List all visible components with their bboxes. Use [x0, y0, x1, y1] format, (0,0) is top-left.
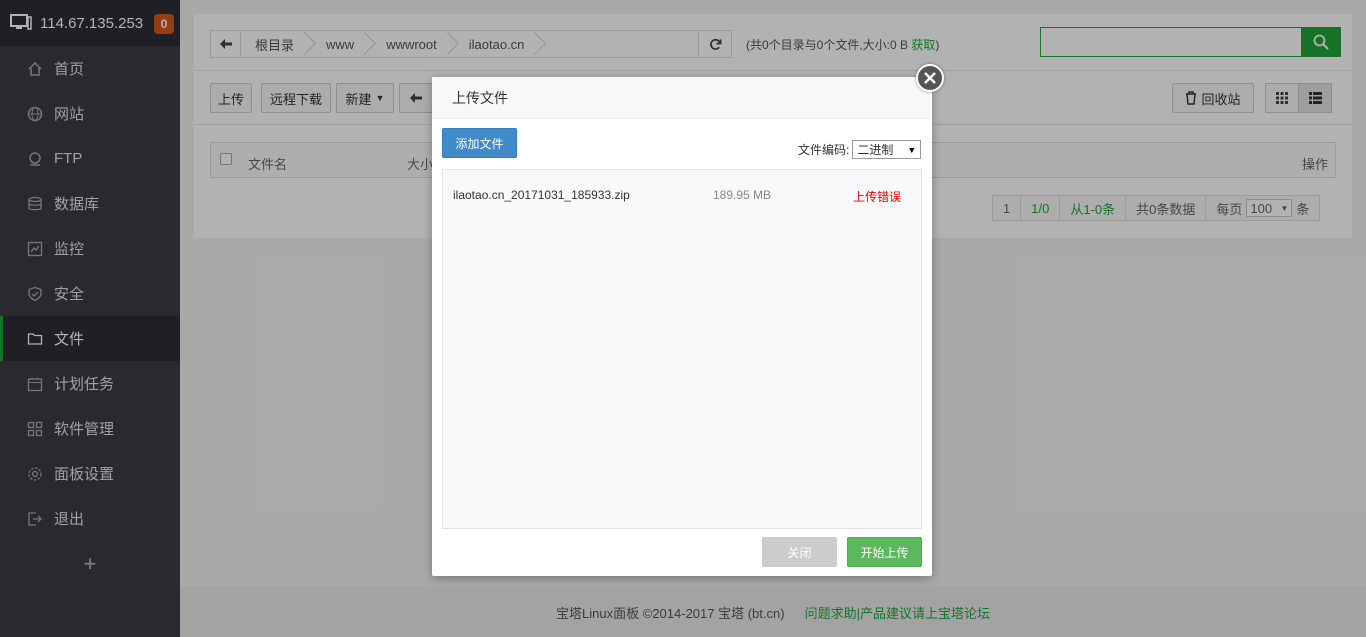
file-name: ilaotao.cn_20171031_185933.zip — [453, 188, 630, 202]
close-button[interactable]: 关闭 — [762, 537, 837, 567]
upload-dialog: 上传文件 添加文件 文件编码: 二进制 ▼ ilaotao.cn_2017103… — [432, 77, 932, 576]
list-item: ilaotao.cn_20171031_185933.zip 189.95 MB… — [443, 184, 921, 206]
encoding-control: 文件编码: 二进制 ▼ — [798, 140, 922, 159]
upload-file-list: ilaotao.cn_20171031_185933.zip 189.95 MB… — [442, 169, 922, 529]
upload-status: 上传错误 — [853, 190, 902, 204]
file-size: 189.95 MB — [713, 188, 772, 202]
start-upload-button[interactable]: 开始上传 — [847, 537, 922, 567]
x-icon — [924, 72, 936, 84]
close-icon[interactable] — [916, 64, 944, 92]
caret-down-icon: ▼ — [907, 144, 917, 155]
add-file-button[interactable]: 添加文件 — [442, 128, 517, 158]
encoding-label: 文件编码: — [798, 143, 850, 157]
dialog-title: 上传文件 — [432, 77, 932, 119]
encoding-select[interactable]: 二进制 ▼ — [852, 140, 922, 159]
encoding-value: 二进制 — [857, 143, 894, 157]
